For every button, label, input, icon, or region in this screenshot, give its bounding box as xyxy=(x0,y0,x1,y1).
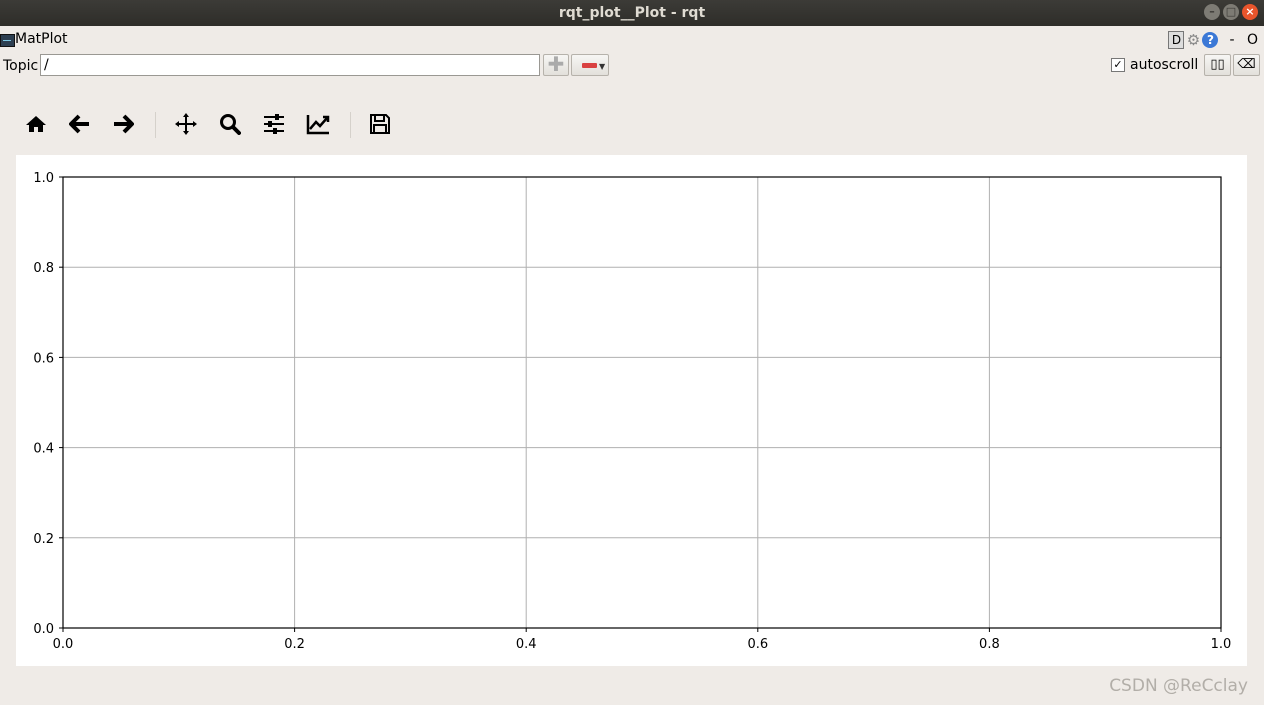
plugin-header: MatPlot D ⚙ ? - O xyxy=(0,30,1264,50)
dock-button[interactable]: D xyxy=(1168,31,1185,49)
window-title: rqt_plot__Plot - rqt xyxy=(558,5,706,21)
help-icon[interactable]: ? xyxy=(1202,32,1219,48)
gear-icon[interactable]: ⚙ xyxy=(1185,32,1201,48)
y-tick-label: 0.4 xyxy=(33,442,54,457)
clear-icon: ⌫ xyxy=(1237,57,1256,72)
chevron-down-icon: ▼ xyxy=(599,62,606,71)
x-tick-label: 0.4 xyxy=(516,637,537,652)
zoom-button[interactable] xyxy=(214,108,246,140)
plus-icon: ✚ xyxy=(547,52,565,76)
topic-label: Topic xyxy=(3,58,39,74)
y-tick-label: 1.0 xyxy=(33,171,54,186)
axes-frame xyxy=(62,176,1222,629)
maximize-button[interactable]: □ xyxy=(1223,4,1239,20)
toolbar-separator xyxy=(155,112,156,138)
remove-topic-button[interactable]: ▼ xyxy=(571,54,609,76)
toolbar-separator xyxy=(350,112,351,138)
pause-icon: ▯▯ xyxy=(1210,57,1225,72)
x-tick-label: 0.0 xyxy=(53,637,74,652)
x-tick-label: 0.6 xyxy=(747,637,768,652)
plot-plugin-icon xyxy=(0,34,15,47)
plot-canvas[interactable]: 0.0 0.2 0.4 0.6 0.8 1.0 0.0 0.2 0.4 0.6 0.8 1.0 xyxy=(16,155,1247,666)
save-button[interactable] xyxy=(364,108,396,140)
configure-subplots-icon xyxy=(264,114,284,134)
minus-icon xyxy=(582,63,597,68)
back-button[interactable] xyxy=(64,108,96,140)
x-tick-label: 0.8 xyxy=(979,637,1000,652)
edit-axis-icon xyxy=(306,115,330,135)
y-tick-label: 0.0 xyxy=(33,622,54,637)
watermark: CSDN @ReCclay xyxy=(1109,676,1248,696)
topic-input[interactable] xyxy=(40,54,540,76)
autoscroll-toggle[interactable]: ✓ autoscroll xyxy=(1111,57,1198,73)
x-tick-label: 0.2 xyxy=(284,637,305,652)
y-tick-label: 0.8 xyxy=(33,261,54,276)
window-titlebar: rqt_plot__Plot - rqt – □ × xyxy=(0,0,1264,26)
pan-button[interactable] xyxy=(170,108,202,140)
add-topic-button[interactable]: ✚ xyxy=(543,54,569,76)
plugin-title: MatPlot xyxy=(15,31,68,47)
axis-ticks: 0.0 0.2 0.4 0.6 0.8 1.0 0.0 0.2 0.4 0.6 0.8 1.0 xyxy=(33,171,1231,652)
close-button[interactable]: × xyxy=(1242,4,1258,20)
home-button[interactable] xyxy=(20,108,52,140)
minimize-button[interactable]: – xyxy=(1204,4,1220,20)
zoom-icon xyxy=(220,114,241,135)
save-icon xyxy=(370,114,390,134)
clear-button[interactable]: ⌫ xyxy=(1233,54,1260,76)
autoscroll-checkbox[interactable]: ✓ xyxy=(1111,58,1125,72)
plot-axes[interactable]: 0.0 0.2 0.4 0.6 0.8 1.0 0.0 0.2 0.4 0.6 0.8 1.0 xyxy=(16,155,1247,666)
autoscroll-label: autoscroll xyxy=(1130,57,1199,73)
y-tick-label: 0.2 xyxy=(33,532,54,547)
forward-button[interactable] xyxy=(107,108,139,140)
x-tick-label: 1.0 xyxy=(1211,637,1232,652)
home-icon xyxy=(26,116,46,132)
pause-button[interactable]: ▯▯ xyxy=(1204,54,1231,76)
forward-arrow-icon xyxy=(114,114,134,134)
grid-lines xyxy=(62,176,1222,629)
configure-subplots-button[interactable] xyxy=(258,108,290,140)
pan-icon xyxy=(175,113,197,135)
header-extra-text: - O xyxy=(1229,32,1262,48)
y-tick-label: 0.6 xyxy=(33,351,54,366)
topic-row: Topic ✚ ▼ ✓ autoscroll ▯▯ ⌫ xyxy=(0,54,1264,78)
edit-axis-button[interactable] xyxy=(302,108,334,140)
back-arrow-icon xyxy=(69,114,89,134)
